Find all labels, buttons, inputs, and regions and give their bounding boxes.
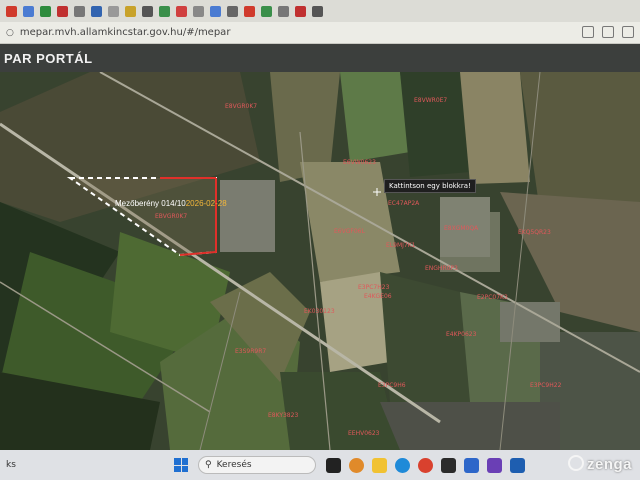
parcel-label[interactable]: EKQ5QR23 bbox=[518, 229, 551, 236]
search-placeholder: Keresés bbox=[216, 460, 252, 470]
aerial-map[interactable]: Kattintson egy blokkra! Mezőberény 014/1… bbox=[0, 72, 640, 450]
widgets-icon[interactable] bbox=[349, 457, 364, 473]
parcel-label[interactable]: EBVGR0K7 bbox=[155, 213, 187, 220]
tab-favicon-icon[interactable] bbox=[74, 5, 85, 17]
tab-favicon-icon[interactable] bbox=[227, 5, 238, 17]
selected-block-label[interactable]: Mezőberény 014/102026-02-28 bbox=[115, 199, 227, 208]
tab-favicon-icon[interactable] bbox=[244, 5, 255, 17]
tab-favicon-icon[interactable] bbox=[159, 5, 170, 17]
tab-favicon-icon[interactable] bbox=[176, 5, 187, 17]
parcel-label[interactable]: E3S9R9R7 bbox=[235, 348, 266, 355]
edge-browser-icon[interactable] bbox=[395, 457, 410, 473]
parcel-label[interactable]: E8KY3823 bbox=[268, 412, 298, 419]
photographed-screen: ○ mepar.mvh.allamkincstar.gov.hu/#/mepar… bbox=[0, 0, 640, 480]
app-icon[interactable] bbox=[510, 457, 525, 473]
parcel-label[interactable]: E8XGM0QA bbox=[444, 225, 478, 232]
parcel-label[interactable]: E2PC07K3 bbox=[477, 294, 508, 301]
parcel-label[interactable]: EEHV0623 bbox=[348, 430, 379, 437]
tab-favicon-icon[interactable] bbox=[6, 5, 17, 17]
store-icon[interactable] bbox=[464, 457, 479, 473]
search-icon: ⚲ bbox=[205, 460, 212, 470]
tab-favicon-icon[interactable] bbox=[261, 5, 272, 17]
profile-icon[interactable] bbox=[622, 26, 634, 38]
zenga-logo-icon bbox=[567, 455, 584, 471]
tab-favicon-icon[interactable] bbox=[210, 5, 221, 17]
taskbar-edge-text: ks bbox=[6, 460, 16, 470]
url-text[interactable]: mepar.mvh.allamkincstar.gov.hu/#/mepar bbox=[20, 27, 231, 38]
browser-tab-strip bbox=[0, 0, 640, 22]
watermark-text: zenga bbox=[586, 456, 632, 473]
tab-favicon-icon[interactable] bbox=[91, 5, 102, 17]
tab-favicon-icon[interactable] bbox=[40, 5, 51, 17]
tab-favicon-icon[interactable] bbox=[142, 5, 153, 17]
tab-favicon-icon[interactable] bbox=[125, 5, 136, 17]
parcel-label[interactable]: EC47AP2A bbox=[388, 200, 419, 207]
parcel-label[interactable]: E6VGF06L bbox=[334, 228, 365, 235]
chrome-browser-icon[interactable] bbox=[418, 457, 433, 473]
windows-start-icon[interactable] bbox=[174, 458, 188, 472]
parcel-label[interactable]: E4KGE06 bbox=[364, 293, 392, 300]
parcel-label[interactable]: E8VGR0K7 bbox=[225, 103, 257, 110]
watermark: zenga bbox=[567, 455, 632, 473]
parcel-label[interactable]: E3PC9H22 bbox=[530, 382, 561, 389]
portal-header: PAR PORTÁL bbox=[0, 44, 640, 72]
parcel-label[interactable]: E6VW0623 bbox=[343, 159, 376, 166]
selected-block-name: Mezőberény 014/10 bbox=[115, 199, 186, 208]
address-bar[interactable]: ○ mepar.mvh.allamkincstar.gov.hu/#/mepar bbox=[0, 22, 640, 44]
lock-icon: ○ bbox=[6, 27, 14, 38]
tab-favicon-icon[interactable] bbox=[193, 5, 204, 17]
selected-block-date: 2026-02-28 bbox=[185, 199, 227, 208]
tab-favicon-icon[interactable] bbox=[278, 5, 289, 17]
taskbar-search[interactable]: ⚲ Keresés bbox=[198, 456, 316, 474]
parcel-label[interactable]: E3PC9H6 bbox=[378, 382, 406, 389]
terminal-icon[interactable] bbox=[441, 457, 456, 473]
file-explorer-icon[interactable] bbox=[372, 457, 387, 473]
app-icon[interactable] bbox=[487, 457, 502, 473]
address-bar-actions bbox=[582, 26, 634, 38]
extensions-icon[interactable] bbox=[602, 26, 614, 38]
aerial-imagery bbox=[0, 72, 640, 450]
map-tooltip: Kattintson egy blokkra! bbox=[384, 179, 476, 193]
tab-favicon-icon[interactable] bbox=[312, 5, 323, 17]
windows-taskbar: ks ⚲ Keresés zenga bbox=[0, 450, 640, 480]
tab-favicon-icon[interactable] bbox=[295, 5, 306, 17]
parcel-label[interactable]: EL9MJ7K1 bbox=[386, 242, 415, 249]
parcel-label[interactable]: ENGHR0P3 bbox=[425, 265, 458, 272]
parcel-label[interactable]: EK030123 bbox=[304, 308, 335, 315]
tab-favicon-icon[interactable] bbox=[57, 5, 68, 17]
tab-favicon-icon[interactable] bbox=[108, 5, 119, 17]
tab-favicon-icon[interactable] bbox=[23, 5, 34, 17]
bookmark-icon[interactable] bbox=[582, 26, 594, 38]
parcel-label[interactable]: E8VWR0E7 bbox=[414, 97, 447, 104]
parcel-label[interactable]: E4KP0623 bbox=[446, 331, 476, 338]
taskbar-apps bbox=[326, 457, 525, 473]
task-view-icon[interactable] bbox=[326, 457, 341, 473]
parcel-label[interactable]: E3PC7H23 bbox=[358, 284, 389, 291]
portal-title: PAR PORTÁL bbox=[4, 50, 93, 66]
